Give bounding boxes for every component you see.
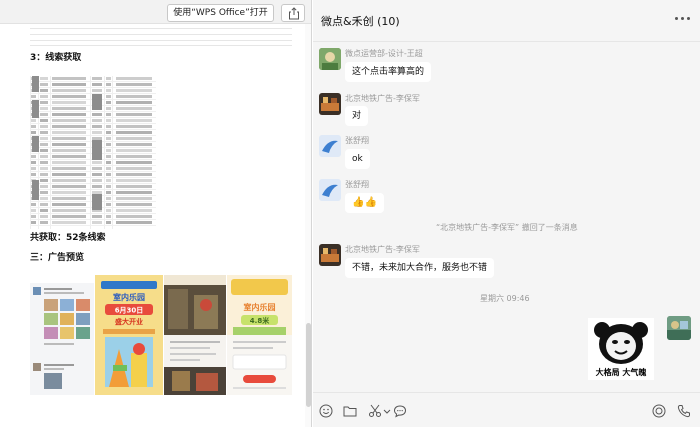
chat-title: 微点&禾创 (10) xyxy=(321,15,400,28)
message-bubble[interactable]: 👍👍 xyxy=(345,193,384,213)
document-scrollbar-thumb[interactable] xyxy=(306,323,311,407)
message-bubble[interactable]: 不错，未来加大合作，服务也不错 xyxy=(345,258,495,278)
document-preview: 使用“WPS Office”打开 3：线索获取 共获取：52条线索 三：广告预览 xyxy=(0,0,312,427)
scissors-icon[interactable] xyxy=(368,404,382,418)
section-heading-leads: 3：线索获取 xyxy=(30,53,82,63)
section-heading-ads: 三：广告预览 xyxy=(30,253,85,263)
avatar[interactable] xyxy=(319,179,341,201)
message-bubble[interactable]: 对 xyxy=(345,106,369,126)
share-icon xyxy=(289,7,299,20)
leads-table-screenshot xyxy=(30,76,156,229)
chat-panel: 微点&禾创 (10) 微点运营部-设计-王超 这个点击率算高的 北京地铁广告-李… xyxy=(313,0,700,427)
ad-preview-opening-poster: 室内乐园 6月30日 盛大开业 xyxy=(95,275,163,395)
video-call-icon[interactable] xyxy=(652,404,666,418)
ad-title-2: 室内乐园 xyxy=(244,302,276,312)
panda-meme-image xyxy=(594,322,648,364)
message-bubble[interactable]: ok xyxy=(345,149,370,169)
chat-input-toolbar xyxy=(313,392,700,427)
recall-notice: “北京地铁广告-李保军” 撤回了一条消息 xyxy=(436,223,578,232)
message-bubble[interactable]: 这个点击率算高的 xyxy=(345,62,432,82)
message-timestamp: 星期六 09:46 xyxy=(480,294,530,303)
document-toolbar: 使用“WPS Office”打开 xyxy=(0,0,311,24)
sticker-caption: 大格局 大气魄 xyxy=(595,368,647,377)
sender-name: 北京地铁广告-李保军 xyxy=(345,245,420,254)
chevron-down-icon[interactable] xyxy=(383,404,391,418)
ad-event: 盛大开业 xyxy=(115,317,143,326)
avatar[interactable] xyxy=(319,93,341,115)
sender-name: 张舒翔 xyxy=(345,136,369,145)
phone-icon[interactable] xyxy=(677,404,691,418)
avatar[interactable] xyxy=(319,135,341,157)
open-in-wps-button[interactable]: 使用“WPS Office”打开 xyxy=(167,4,274,22)
folder-icon[interactable] xyxy=(343,404,357,418)
sender-name: 张舒翔 xyxy=(345,180,369,189)
ad-preview-feed xyxy=(30,275,94,395)
ad-preview-playground-poster: 室内乐园 4.8米 xyxy=(227,275,292,395)
sender-name: 微点运营部-设计-王超 xyxy=(345,49,423,58)
chat-header: 微点&禾创 (10) xyxy=(313,0,700,42)
ad-title-1: 室内乐园 xyxy=(113,292,145,302)
avatar[interactable] xyxy=(319,244,341,266)
more-options-button[interactable] xyxy=(675,17,691,23)
avatar[interactable] xyxy=(319,48,341,70)
previous-table-fragment xyxy=(30,24,292,46)
emoji-icon[interactable] xyxy=(319,404,333,418)
ad-preview-photo xyxy=(164,275,226,395)
total-leads-text: 共获取：52条线索 xyxy=(30,233,106,243)
share-button[interactable] xyxy=(281,4,305,22)
chat-bubble-icon[interactable] xyxy=(393,404,407,418)
ad-preview-strip: 室内乐园 6月30日 盛大开业 室内乐园 4.8米 xyxy=(30,275,292,395)
wechat-window: 使用“WPS Office”打开 3：线索获取 共获取：52条线索 三：广告预览 xyxy=(0,0,700,427)
sender-name: 北京地铁广告-李保军 xyxy=(345,94,420,103)
sticker-message[interactable]: 大格局 大气魄 xyxy=(588,318,654,380)
ad-date: 6月30日 xyxy=(115,307,144,315)
ad-size: 4.8米 xyxy=(250,316,270,325)
my-avatar[interactable] xyxy=(667,316,691,340)
